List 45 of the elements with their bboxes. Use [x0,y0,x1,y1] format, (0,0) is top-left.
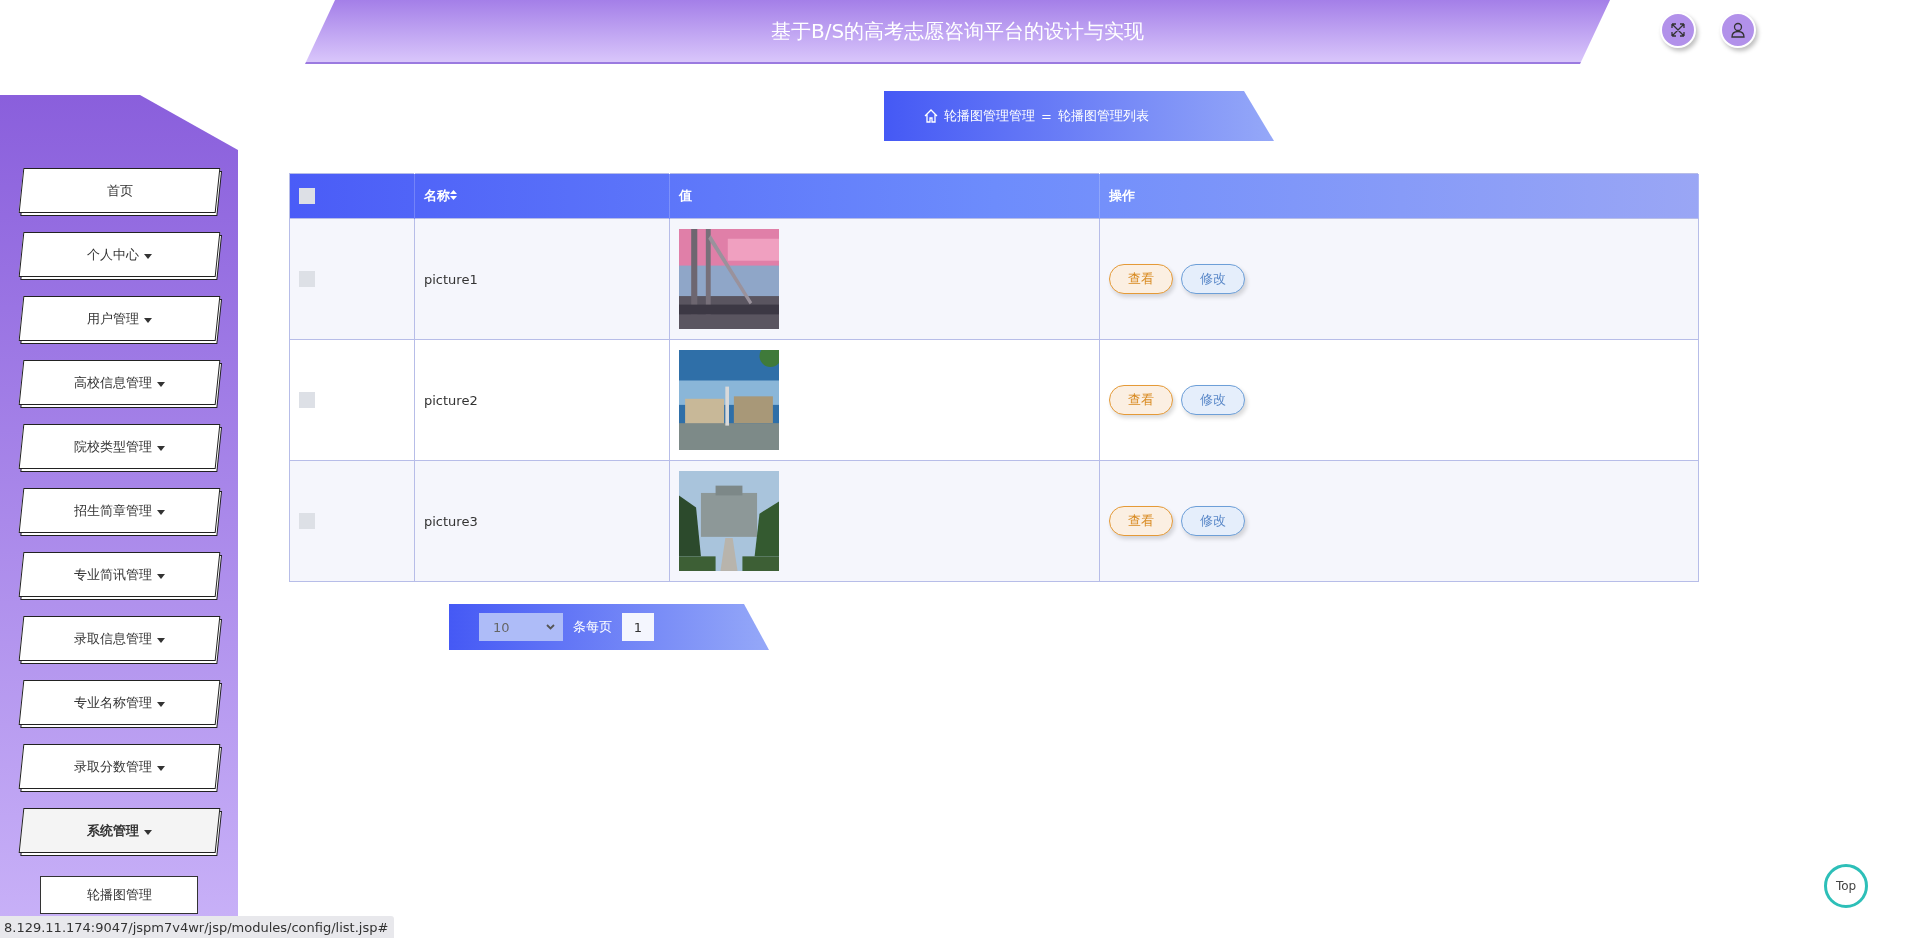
menu-item[interactable]: 个人中心 [18,232,221,277]
menu-item[interactable]: 专业简讯管理 [18,552,221,597]
menu-item[interactable]: 高校信息管理 [18,360,221,405]
caret-icon [144,254,152,259]
home-icon[interactable] [924,109,938,123]
caret-icon [157,574,165,579]
caret-icon [157,702,165,707]
menu-item[interactable]: 用户管理 [18,296,221,341]
caret-icon [157,638,165,643]
back-to-top-button[interactable]: Top [1824,864,1868,908]
breadcrumb-link[interactable]: 轮播图管理管理 [944,107,1035,125]
sort-icon[interactable] [450,190,457,200]
menu-item[interactable]: 专业名称管理 [18,680,221,725]
page-field[interactable]: 1 [622,613,654,641]
site-title: 基于B/S的高考志愿咨询平台的设计与实现 [305,0,1610,64]
caret-icon [144,830,152,835]
column-header: 操作 [1109,188,1135,203]
table-cell: picture3 [424,513,478,529]
chevron-down-icon[interactable] [546,624,555,630]
column-header[interactable]: 名称 [424,188,457,203]
menu-item[interactable]: 系统管理 [18,808,221,853]
table-cell: picture1 [424,271,478,287]
page-size-label: 条每页 [573,618,612,636]
column-header: 值 [679,188,692,203]
menu-item[interactable]: 录取信息管理 [18,616,221,661]
status-bar-url: 8.129.11.174:9047/jspm7v4wr/jsp/modules/config/list.jsp# [0,916,395,938]
caret-icon [157,766,165,771]
user-icon[interactable] [1720,12,1756,48]
breadcrumb-current: 轮播图管理列表 [1057,107,1149,125]
table-cell: picture2 [424,392,478,408]
fullscreen-icon[interactable] [1660,12,1696,48]
menu-item[interactable]: 院校类型管理 [18,424,221,469]
menu-item[interactable]: 录取分数管理 [18,744,221,789]
breadcrumb-separator: = [1041,108,1052,124]
select-all-checkbox[interactable] [299,188,315,204]
caret-icon [157,510,165,515]
menu-item[interactable]: 首页 [18,168,221,213]
menu-item[interactable]: 招生简章管理 [18,488,221,533]
caret-icon [157,446,165,451]
caret-icon [144,318,152,323]
caret-icon [157,382,165,387]
row-checkbox[interactable] [299,392,315,408]
row-checkbox[interactable] [299,513,315,529]
row-checkbox[interactable] [299,271,315,287]
submenu-item[interactable]: 轮播图管理 [40,876,198,914]
